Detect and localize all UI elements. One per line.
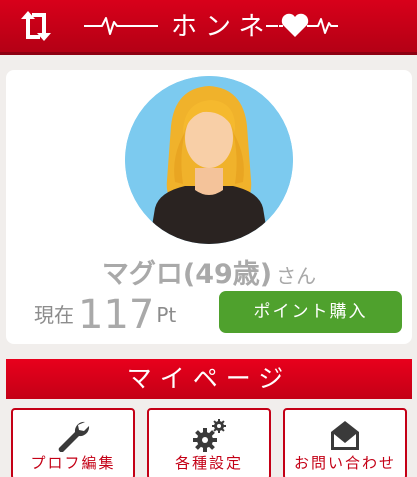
tile-label: 各種設定 (174, 454, 243, 472)
points-display: 現在 117 Pt (34, 292, 176, 338)
app-header: ホンネ (0, 0, 417, 55)
user-name: マグロ(49歳) (101, 259, 273, 290)
avatar[interactable] (125, 76, 293, 244)
points-value: 117 (78, 292, 155, 338)
woman-avatar-icon (125, 76, 293, 244)
swap-arrows-icon[interactable] (16, 9, 56, 43)
settings-tile[interactable]: 各種設定 (147, 408, 271, 477)
heart-icon (281, 13, 309, 37)
logo-text: ホンネ (171, 12, 273, 42)
points-unit: Pt (156, 303, 177, 327)
contact-tile[interactable]: お問い合わせ (283, 408, 407, 477)
profile-edit-tile[interactable]: プロフ編集 (11, 408, 135, 477)
points-prefix: 現在 (34, 303, 74, 327)
wrench-icon (13, 418, 133, 453)
profile-card: マグロ(49歳) さん 現在 117 Pt ポイント購入 (6, 70, 412, 344)
tile-label: お問い合わせ (293, 454, 396, 472)
gears-icon (149, 418, 269, 452)
app-logo: ホンネ (80, 6, 340, 46)
mypage-title: マイページ (6, 359, 412, 399)
envelope-upload-icon (285, 418, 405, 452)
buy-points-button[interactable]: ポイント購入 (219, 291, 402, 333)
user-name-row: マグロ(49歳) さん (6, 252, 412, 290)
honorific: さん (276, 264, 317, 288)
tile-label: プロフ編集 (30, 454, 116, 472)
